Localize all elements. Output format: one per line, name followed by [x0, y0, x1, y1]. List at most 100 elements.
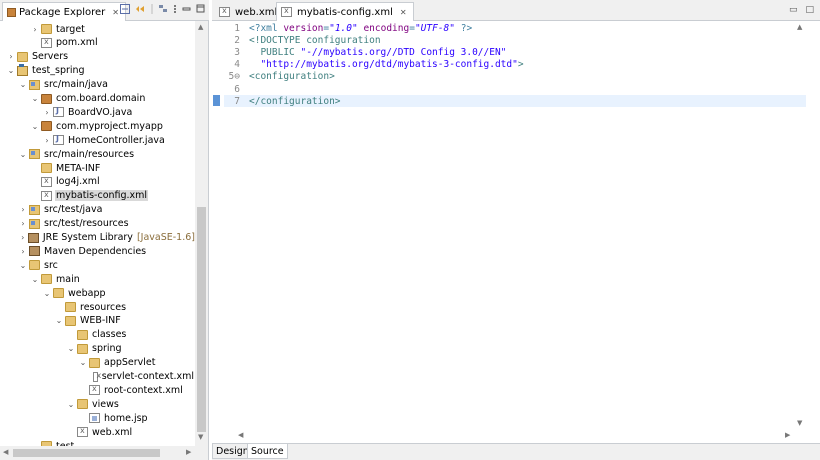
tree-item[interactable]: META-INF — [0, 161, 195, 175]
expanded-chevron-icon[interactable]: ⌄ — [18, 80, 28, 89]
tree-item[interactable]: › BoardVO.java — [0, 105, 195, 119]
tree-item[interactable]: › src/test/resources — [0, 217, 195, 231]
tree-item[interactable]: ⌄ src/main/java — [0, 78, 195, 92]
expanded-chevron-icon[interactable]: ⌄ — [18, 150, 28, 159]
code-line[interactable]: 5⊖ <configuration> — [224, 71, 806, 83]
collapsed-chevron-icon[interactable]: › — [18, 219, 28, 228]
scroll-right-icon[interactable]: ▶ — [186, 448, 191, 456]
expanded-chevron-icon[interactable]: ⌄ — [42, 289, 52, 298]
tree-item-label: target — [56, 23, 85, 35]
scroll-left-icon[interactable]: ◀ — [238, 431, 243, 439]
tree-item[interactable]: ⌄ webapp — [0, 286, 195, 300]
code-line[interactable]: 4 "http://mybatis.org/dtd/mybatis-3-conf… — [224, 59, 806, 71]
code-line[interactable]: 3 PUBLIC "-//mybatis.org//DTD Config 3.0… — [224, 46, 806, 58]
tree-item[interactable]: › JRE System Library [JavaSE-1.6] — [0, 231, 195, 245]
tree-item[interactable]: web.xml — [0, 425, 195, 439]
code-line[interactable]: 7 </configuration> — [224, 95, 806, 108]
tree-item[interactable]: classes — [0, 328, 195, 342]
link-with-editor-icon[interactable] — [135, 4, 146, 14]
tree-item[interactable]: › HomeController.java — [0, 133, 195, 147]
collapse-all-icon[interactable] — [120, 4, 130, 14]
tree-item[interactable]: › Maven Dependencies — [0, 244, 195, 258]
expanded-chevron-icon[interactable]: ⌄ — [30, 94, 40, 103]
editor-tab-mybatis-config[interactable]: mybatis-config.xml ✕ — [276, 2, 414, 21]
srcfolder-icon — [29, 218, 40, 229]
scroll-down-icon[interactable]: ▼ — [198, 433, 203, 441]
tree-item[interactable]: ⌄ test_spring — [0, 63, 195, 78]
collapsed-chevron-icon[interactable]: › — [42, 108, 52, 117]
tree-item[interactable]: ⌄ com.myproject.myapp — [0, 119, 195, 133]
tree-item[interactable]: test — [0, 439, 195, 446]
collapsed-chevron-icon[interactable]: › — [42, 136, 52, 145]
scroll-right-icon[interactable]: ▶ — [785, 431, 790, 439]
tree-item[interactable]: › Servers — [0, 50, 195, 64]
tree-item[interactable]: pom.xml — [0, 36, 195, 50]
code-token: <?xml — [249, 22, 284, 34]
scroll-thumb[interactable] — [13, 449, 160, 457]
code-token: "UTF-8" — [414, 22, 455, 34]
expanded-chevron-icon[interactable]: ⌄ — [54, 316, 64, 325]
expanded-chevron-icon[interactable]: ⌄ — [66, 400, 76, 409]
maximize-icon[interactable]: □ — [805, 5, 814, 15]
tree-item[interactable]: log4j.xml — [0, 175, 195, 189]
collapsed-chevron-icon[interactable]: › — [6, 52, 16, 61]
folder-icon — [17, 51, 28, 62]
editor-vertical-scrollbar[interactable]: ▲ ▼ — [794, 21, 808, 431]
expanded-chevron-icon[interactable]: ⌄ — [78, 358, 88, 367]
expanded-chevron-icon[interactable]: ⌄ — [66, 344, 76, 353]
tree-item[interactable]: mybatis-config.xml — [0, 189, 195, 203]
focus-icon[interactable] — [158, 4, 168, 14]
collapsed-chevron-icon[interactable]: › — [30, 25, 40, 34]
package-explorer-tab[interactable]: Package Explorer ✕ — [2, 2, 126, 21]
code-token: <!DOCTYPE configuration — [249, 34, 381, 46]
tree-item[interactable]: home.jsp — [0, 411, 195, 425]
tree-item[interactable]: ⌄ main — [0, 272, 195, 286]
editor-horizontal-scrollbar[interactable]: ◀ ▶ — [236, 430, 796, 442]
source-code[interactable]: 1 <?xml version = "1.0" encoding = "UTF-8" ?>… — [224, 22, 806, 108]
scroll-thumb[interactable] — [197, 207, 206, 432]
line-number: 7 — [234, 95, 240, 107]
expanded-chevron-icon[interactable]: ⌄ — [6, 66, 16, 75]
scroll-left-icon[interactable]: ◀ — [3, 448, 8, 456]
tree-item[interactable]: ⌄ src — [0, 258, 195, 272]
collapsed-chevron-icon[interactable]: › — [18, 233, 27, 242]
scroll-up-icon[interactable]: ▲ — [198, 23, 203, 31]
view-menu-icon[interactable] — [173, 4, 177, 14]
tree-item[interactable]: › target — [0, 22, 195, 36]
close-icon[interactable]: ✕ — [400, 8, 407, 17]
tree-item[interactable]: root-context.xml — [0, 383, 195, 397]
editor-tab-web-xml[interactable]: web.xml — [214, 2, 284, 21]
expanded-chevron-icon[interactable]: ⌄ — [30, 275, 40, 284]
tree-item[interactable]: ⌄ com.board.domain — [0, 92, 195, 106]
expanded-chevron-icon[interactable]: ⌄ — [18, 261, 28, 270]
package-explorer-tab-label: Package Explorer — [19, 6, 106, 18]
tree-item[interactable]: ⌄ appServlet — [0, 356, 195, 370]
tree-item[interactable]: ⌄ spring — [0, 342, 195, 356]
scroll-up-icon[interactable]: ▲ — [797, 23, 802, 31]
minimize-icon[interactable]: ▭ — [789, 5, 798, 15]
scroll-down-icon[interactable]: ▼ — [797, 419, 802, 427]
code-line[interactable]: 1 <?xml version = "1.0" encoding = "UTF-8" ?> — [224, 22, 806, 34]
collapsed-chevron-icon[interactable]: › — [18, 205, 28, 214]
tree-item[interactable]: servlet-context.xml — [0, 370, 195, 384]
close-icon[interactable]: ✕ — [112, 8, 119, 17]
tree-item-label: com.myproject.myapp — [56, 120, 163, 132]
tree-item[interactable]: › src/test/java — [0, 203, 195, 217]
tree-item[interactable]: ⌄ src/main/resources — [0, 147, 195, 161]
tree-item-label: resources — [80, 301, 127, 313]
tree-vertical-scrollbar[interactable]: ▲ ▼ — [195, 21, 208, 446]
tree-item[interactable]: ⌄ views — [0, 397, 195, 411]
minimize-icon[interactable] — [182, 4, 191, 14]
tree-item-label: servlet-context.xml — [101, 371, 194, 382]
tree-item[interactable]: ⌄ WEB-INF — [0, 314, 195, 328]
code-line[interactable]: 6 — [224, 83, 806, 95]
tree-horizontal-scrollbar[interactable]: ◀ ▶ — [0, 446, 208, 460]
maximize-icon[interactable] — [196, 4, 205, 14]
tree-item-label: pom.xml — [56, 37, 98, 49]
tab-source[interactable]: Source — [247, 444, 288, 459]
xml-icon — [41, 190, 52, 201]
code-line[interactable]: 2 <!DOCTYPE configuration — [224, 34, 806, 46]
collapsed-chevron-icon[interactable]: › — [18, 247, 28, 256]
expanded-chevron-icon[interactable]: ⌄ — [30, 122, 40, 131]
tree-item[interactable]: resources — [0, 300, 195, 314]
